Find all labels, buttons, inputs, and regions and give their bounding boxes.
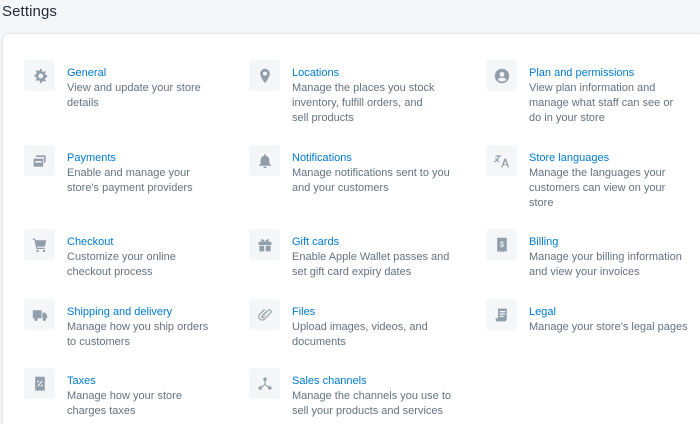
settings-item-desc: Enable Apple Wallet passes and set gift … [292,251,450,278]
gift-icon [249,229,280,260]
settings-item-title[interactable]: Taxes [67,374,187,389]
truck-icon [24,299,55,330]
settings-item-desc: Upload images, videos, and documents [292,321,428,348]
settings-item-title[interactable]: Gift cards [292,235,452,250]
settings-item-legal[interactable]: Legal Manage your store's legal pages [486,299,696,335]
settings-item-notifications[interactable]: Notifications Manage notifications sent … [249,145,464,196]
page-title: Settings [2,3,57,20]
settings-item-locations[interactable]: Locations Manage the places you stock in… [249,60,464,126]
settings-item-title[interactable]: Plan and permissions [529,66,687,81]
settings-item-checkout[interactable]: Checkout Customize your online checkout … [24,229,224,280]
settings-item-desc: Manage your billing information and view… [529,251,682,278]
bill-icon [486,229,517,260]
settings-item-title[interactable]: Locations [292,66,442,81]
settings-item-desc: View plan information and manage what st… [529,82,674,124]
bell-icon [249,145,280,176]
settings-item-desc: Enable and manage your store's payment p… [67,167,193,194]
settings-item-giftcards[interactable]: Gift cards Enable Apple Wallet passes an… [249,229,464,280]
settings-item-desc: View and update your store details [67,82,201,109]
document-icon [486,299,517,330]
settings-item-title[interactable]: Store languages [529,151,679,166]
settings-item-desc: Manage the places you stock inventory, f… [292,82,435,124]
settings-item-plan[interactable]: Plan and permissions View plan informati… [486,60,696,126]
settings-item-title[interactable]: Legal [529,305,694,320]
settings-item-desc: Manage notifications sent to you and you… [292,167,450,194]
channels-icon [249,368,280,399]
settings-item-desc: Manage the channels you use to sell your… [292,390,452,417]
tax-icon [24,368,55,399]
settings-item-title[interactable]: Files [292,305,432,320]
paperclip-icon [249,299,280,330]
settings-item-payments[interactable]: Payments Enable and manage your store's … [24,145,224,196]
cart-icon [24,229,55,260]
settings-item-channels[interactable]: Sales channels Manage the channels you u… [249,368,464,419]
credit-card-icon [24,145,55,176]
user-circle-icon [486,60,517,91]
settings-item-title[interactable]: General [67,66,207,81]
settings-item-taxes[interactable]: Taxes Manage how your store charges taxe… [24,368,224,419]
settings-item-billing[interactable]: Billing Manage your billing information … [486,229,696,280]
translate-icon [486,145,517,176]
gear-icon [24,60,55,91]
settings-item-files[interactable]: Files Upload images, videos, and documen… [249,299,464,350]
settings-item-title[interactable]: Shipping and delivery [67,305,212,320]
settings-item-title[interactable]: Checkout [67,235,187,250]
settings-item-desc: Manage your store's legal pages [529,321,688,333]
location-pin-icon [249,60,280,91]
settings-item-title[interactable]: Sales channels [292,374,452,389]
settings-item-title[interactable]: Payments [67,151,197,166]
settings-item-desc: Manage the languages your customers can … [529,167,666,209]
settings-item-title[interactable]: Notifications [292,151,452,166]
settings-item-languages[interactable]: Store languages Manage the languages you… [486,145,696,211]
settings-item-desc: Customize your online checkout process [67,251,176,278]
settings-item-general[interactable]: General View and update your store detai… [24,60,224,111]
settings-item-shipping[interactable]: Shipping and delivery Manage how you shi… [24,299,224,350]
settings-item-desc: Manage how your store charges taxes [67,390,182,417]
settings-item-desc: Manage how you ship orders to customers [67,321,209,348]
settings-item-title[interactable]: Billing [529,235,689,250]
